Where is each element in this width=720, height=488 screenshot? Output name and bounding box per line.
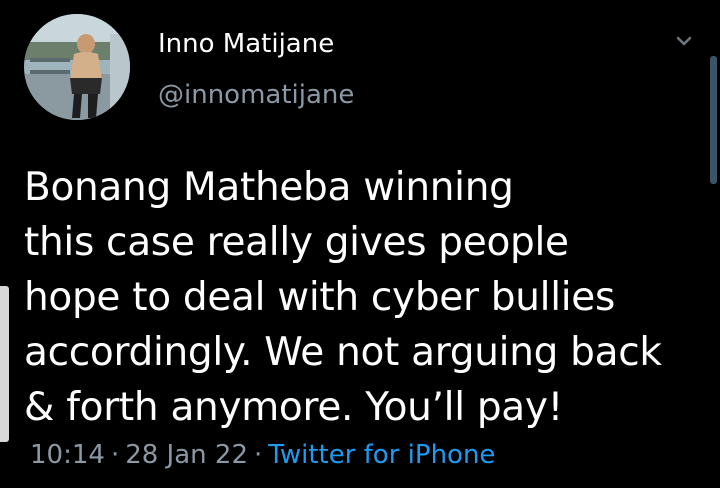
tweet-line: & forth anymore. You’ll pay!	[24, 385, 564, 430]
chevron-down-icon[interactable]	[670, 32, 698, 52]
tweet-text: Bonang Matheba winning this case really …	[24, 160, 704, 435]
author-handle[interactable]: @innomatijane	[158, 80, 354, 110]
avatar-photo	[24, 14, 130, 120]
scrollbar[interactable]	[710, 56, 717, 184]
tweet-time[interactable]: 10:14	[30, 440, 105, 470]
meta-separator: ·	[253, 440, 263, 470]
tweet-meta: 10:14 · 28 Jan 22 · Twitter for iPhone	[30, 440, 495, 470]
author-display-name[interactable]: Inno Matijane	[158, 29, 334, 59]
meta-separator: ·	[110, 440, 120, 470]
tweet-line: hope to deal with cyber bullies	[24, 275, 615, 320]
tweet-source-link[interactable]: Twitter for iPhone	[268, 440, 495, 470]
tweet-date[interactable]: 28 Jan 22	[125, 440, 248, 470]
tweet-line: Bonang Matheba winning	[24, 165, 514, 210]
tweet-line: this case really gives people	[24, 220, 569, 265]
tweet-line: accordingly. We not arguing back	[24, 330, 662, 375]
author-avatar[interactable]	[24, 14, 130, 120]
edge-handle	[0, 286, 9, 442]
